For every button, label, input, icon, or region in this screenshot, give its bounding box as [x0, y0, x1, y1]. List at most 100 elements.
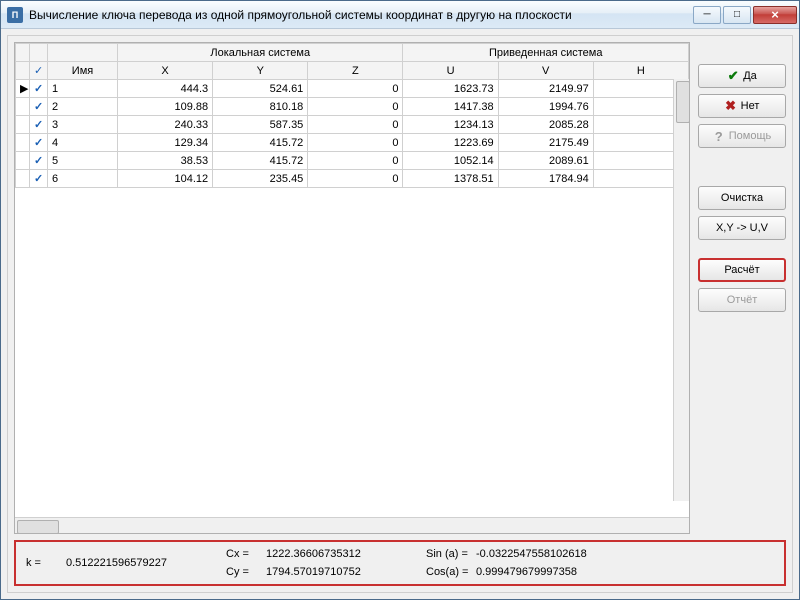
titlebar[interactable]: Π Вычисление ключа перевода из одной пря…	[1, 1, 799, 29]
table-row[interactable]: ✓3240.33587.3501234.132085.280	[16, 116, 689, 134]
header-group-reduced[interactable]: Приведенная система	[403, 44, 689, 62]
cell-name[interactable]: 3	[48, 116, 118, 134]
table-row[interactable]: ✓2109.88810.1801417.381994.760	[16, 98, 689, 116]
cell-x[interactable]: 240.33	[118, 116, 213, 134]
table-row[interactable]: ✓4129.34415.7201223.692175.490	[16, 134, 689, 152]
help-button[interactable]: ? Помощь	[698, 124, 786, 148]
cos-value: 0.999479679997358	[476, 566, 656, 578]
header-blank2	[30, 44, 48, 62]
cell-z[interactable]: 0	[308, 98, 403, 116]
header-y[interactable]: Y	[213, 62, 308, 80]
row-check[interactable]: ✓	[30, 116, 48, 134]
cell-name[interactable]: 5	[48, 152, 118, 170]
cy-value: 1794.57019710752	[266, 566, 426, 578]
row-check[interactable]: ✓	[30, 80, 48, 98]
grid-vertical-scrollbar[interactable]	[673, 79, 689, 501]
x-icon: ✖	[725, 100, 737, 112]
cell-x[interactable]: 444.3	[118, 80, 213, 98]
cell-v[interactable]: 2089.61	[498, 152, 593, 170]
cell-v[interactable]: 2085.28	[498, 116, 593, 134]
table-row[interactable]: ✓6104.12235.4501378.511784.940	[16, 170, 689, 188]
check-icon: ✔	[727, 70, 739, 82]
cell-v[interactable]: 1994.76	[498, 98, 593, 116]
sin-value: -0.0322547558102618	[476, 548, 656, 560]
cell-v[interactable]: 1784.94	[498, 170, 593, 188]
cell-y[interactable]: 415.72	[213, 152, 308, 170]
cos-label: Cos(a) =	[426, 566, 476, 578]
yes-button[interactable]: ✔ Да	[698, 64, 786, 88]
header-blank3	[48, 44, 118, 62]
cell-u[interactable]: 1417.38	[403, 98, 498, 116]
cell-name[interactable]: 6	[48, 170, 118, 188]
row-check[interactable]: ✓	[30, 152, 48, 170]
cell-y[interactable]: 587.35	[213, 116, 308, 134]
clear-button[interactable]: Очистка	[698, 186, 786, 210]
close-icon: ×	[771, 7, 779, 22]
cell-z[interactable]: 0	[308, 152, 403, 170]
cell-v[interactable]: 2175.49	[498, 134, 593, 152]
cell-z[interactable]: 0	[308, 134, 403, 152]
row-check[interactable]: ✓	[30, 98, 48, 116]
table-row[interactable]: ✓538.53415.7201052.142089.610	[16, 152, 689, 170]
cell-x[interactable]: 129.34	[118, 134, 213, 152]
cell-z[interactable]: 0	[308, 116, 403, 134]
window-title: Вычисление ключа перевода из одной прямо…	[29, 8, 693, 22]
minimize-icon: ─	[703, 9, 710, 20]
cy-label: Су =	[226, 566, 266, 578]
no-button[interactable]: ✖ Нет	[698, 94, 786, 118]
header-group-local[interactable]: Локальная система	[118, 44, 403, 62]
cell-u[interactable]: 1623.73	[403, 80, 498, 98]
k-value: 0.512221596579227	[66, 557, 226, 569]
cell-u[interactable]: 1378.51	[403, 170, 498, 188]
close-button[interactable]: ×	[753, 6, 797, 24]
grid-horizontal-scrollbar[interactable]	[15, 517, 689, 533]
calc-label: Расчёт	[724, 264, 759, 276]
cell-x[interactable]: 38.53	[118, 152, 213, 170]
cell-z[interactable]: 0	[308, 80, 403, 98]
header-z[interactable]: Z	[308, 62, 403, 80]
spacer	[698, 246, 786, 252]
cell-v[interactable]: 2149.97	[498, 80, 593, 98]
cell-y[interactable]: 235.45	[213, 170, 308, 188]
cell-u[interactable]: 1234.13	[403, 116, 498, 134]
cell-z[interactable]: 0	[308, 170, 403, 188]
cell-y[interactable]: 415.72	[213, 134, 308, 152]
cell-x[interactable]: 104.12	[118, 170, 213, 188]
data-grid[interactable]: Локальная система Приведенная система ✓ …	[14, 42, 690, 534]
spacer	[698, 154, 786, 180]
cell-name[interactable]: 2	[48, 98, 118, 116]
k-label: k =	[26, 557, 66, 569]
cell-name[interactable]: 4	[48, 134, 118, 152]
report-button[interactable]: Отчёт	[698, 288, 786, 312]
xyuv-button[interactable]: X,Y -> U,V	[698, 216, 786, 240]
header-u[interactable]: U	[403, 62, 498, 80]
minimize-button[interactable]: ─	[693, 6, 721, 24]
window-controls: ─ □ ×	[693, 6, 797, 24]
maximize-icon: □	[734, 9, 740, 20]
report-label: Отчёт	[727, 294, 757, 306]
header-v[interactable]: V	[498, 62, 593, 80]
row-check[interactable]: ✓	[30, 134, 48, 152]
row-check[interactable]: ✓	[30, 170, 48, 188]
app-window: Π Вычисление ключа перевода из одной пря…	[0, 0, 800, 600]
cell-u[interactable]: 1052.14	[403, 152, 498, 170]
side-panel: ✔ Да ✖ Нет ? Помощь Очистка X,Y -> U,V	[698, 42, 786, 534]
help-label: Помощь	[729, 130, 772, 142]
cell-y[interactable]: 810.18	[213, 98, 308, 116]
cell-x[interactable]: 109.88	[118, 98, 213, 116]
maximize-button[interactable]: □	[723, 6, 751, 24]
grid-viewport: Локальная система Приведенная система ✓ …	[15, 43, 689, 517]
grid-table: Локальная система Приведенная система ✓ …	[15, 43, 689, 188]
cell-name[interactable]: 1	[48, 80, 118, 98]
header-check[interactable]: ✓	[30, 62, 48, 80]
cell-u[interactable]: 1223.69	[403, 134, 498, 152]
client-area: Локальная система Приведенная система ✓ …	[7, 35, 793, 593]
calc-button[interactable]: Расчёт	[698, 258, 786, 282]
header-h[interactable]: H	[593, 62, 688, 80]
header-name[interactable]: Имя	[48, 62, 118, 80]
help-icon: ?	[713, 130, 725, 142]
row-marker	[16, 98, 30, 116]
header-x[interactable]: X	[118, 62, 213, 80]
cell-y[interactable]: 524.61	[213, 80, 308, 98]
table-row[interactable]: ▶✓1444.3524.6101623.732149.970	[16, 80, 689, 98]
